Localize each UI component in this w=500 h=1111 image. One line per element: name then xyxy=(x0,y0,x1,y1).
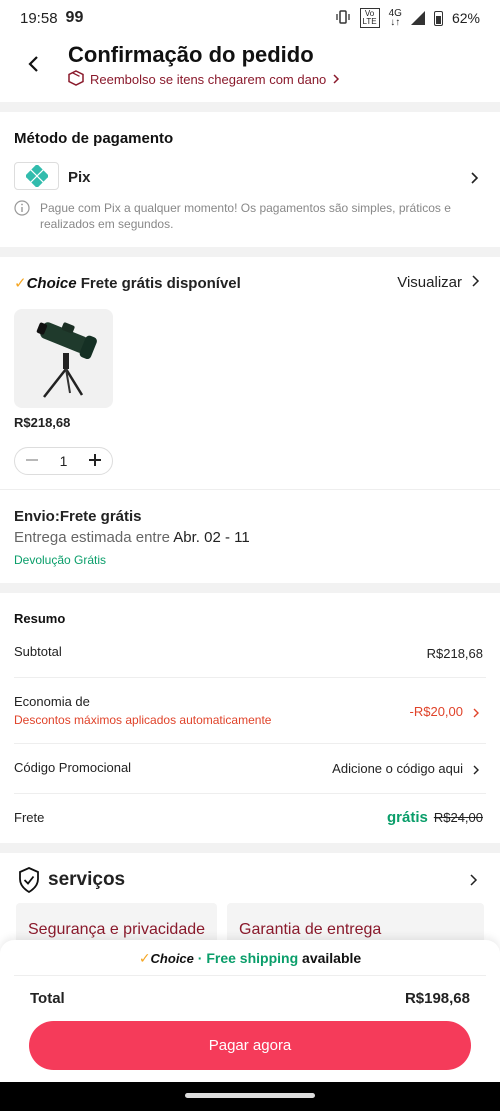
total-value: R$198,68 xyxy=(404,990,470,1007)
delivery-estimate-label: Entrega estimada entre xyxy=(14,529,170,546)
savings-row[interactable]: Economia de Descontos máximos aplicados … xyxy=(0,683,500,739)
available-text: available xyxy=(302,950,362,966)
signal-icon xyxy=(410,11,425,25)
savings-value: -R$20,00 xyxy=(409,704,463,719)
savings-note: Descontos máximos aplicados automaticame… xyxy=(14,713,272,727)
promo-code-row[interactable]: Código Promocional Adicione o código aqu… xyxy=(0,749,500,789)
savings-label: Economia de xyxy=(14,694,90,709)
quantity-stepper: 1 xyxy=(14,447,113,475)
section-gap xyxy=(0,583,500,593)
pix-info-text: Pague com Pix a qualquer momento! Os pag… xyxy=(40,201,451,231)
pix-logo-icon xyxy=(14,162,59,190)
divider xyxy=(14,743,486,744)
back-arrow-icon[interactable] xyxy=(22,52,46,76)
divider xyxy=(0,489,500,490)
chevron-right-icon xyxy=(332,72,340,87)
product-image[interactable] xyxy=(14,309,113,408)
pix-label: Pix xyxy=(68,169,91,186)
services-header[interactable]: serviços xyxy=(0,865,500,899)
chevron-right-icon xyxy=(472,705,480,723)
refund-guarantee-text: Reembolso se itens chegarem com dano xyxy=(90,72,327,87)
pay-now-button[interactable]: Pagar agora xyxy=(29,1021,471,1070)
summary-title: Resumo xyxy=(14,611,66,626)
choice-free-shipping-title: ✓Choice Frete grátis disponível xyxy=(14,274,241,292)
shield-check-icon xyxy=(18,867,40,898)
chevron-right-icon xyxy=(470,873,478,891)
divider xyxy=(14,793,486,794)
order-item-section: ✓Choice Frete grátis disponível Visualiz… xyxy=(0,257,500,583)
system-navigation-bar xyxy=(0,1082,500,1111)
promo-code-value: Adicione o código aqui xyxy=(332,761,463,776)
info-icon xyxy=(14,200,30,221)
services-section: serviços Segurança e privacidade Garanti… xyxy=(0,853,500,953)
refund-guarantee-link[interactable]: Reembolso se itens chegarem com dano xyxy=(68,70,340,89)
payment-method-section: Método de pagamento Pix Pague com Pix a … xyxy=(0,112,500,247)
divider xyxy=(14,975,486,976)
decrease-quantity-button[interactable] xyxy=(25,453,39,470)
quantity-value[interactable]: 1 xyxy=(60,453,68,469)
choice-logo: Choice xyxy=(26,275,77,292)
increase-quantity-button[interactable] xyxy=(88,453,102,470)
package-icon xyxy=(68,70,84,89)
summary-section: Resumo Subtotal R$218,68 Economia de Des… xyxy=(0,593,500,843)
chevron-right-icon xyxy=(472,274,480,291)
chevron-right-icon xyxy=(472,762,480,780)
page-title: Confirmação do pedido xyxy=(68,42,314,67)
promo-code-label: Código Promocional xyxy=(14,760,132,775)
spotting-scope-icon xyxy=(36,322,97,398)
section-gap xyxy=(0,843,500,853)
free-shipping-banner: ✓Choice · Free shipping available xyxy=(0,950,500,967)
app-notification-badge: 99 xyxy=(65,9,84,26)
payment-section-title: Método de pagamento xyxy=(14,130,174,147)
separator-dot: · xyxy=(197,950,203,966)
section-gap xyxy=(0,247,500,257)
shipping-original-price: R$24,00 xyxy=(433,810,483,825)
section-gap xyxy=(0,102,500,112)
checkmark-icon: ✓ xyxy=(14,275,27,292)
subtotal-value: R$218,68 xyxy=(426,646,483,661)
delivery-estimate-dates: Abr. 02 - 11 xyxy=(173,529,250,546)
status-bar: 19:58 99 Vo LTE 4G ↓↑ 62% xyxy=(0,0,500,36)
free-return-text: Devolução Grátis xyxy=(14,553,107,567)
shipping-cost-value: grátis R$24,00 xyxy=(387,809,483,826)
shipping-cost-label: Frete xyxy=(14,810,45,825)
shipping-free-text: grátis xyxy=(386,809,428,826)
free-shipping-available-text: Frete grátis disponível xyxy=(80,275,241,292)
choice-logo: Choice xyxy=(150,951,194,966)
volte-bottom-label: LTE xyxy=(362,17,377,26)
home-gesture-handle[interactable] xyxy=(185,1093,315,1098)
network-label: 4G xyxy=(388,8,402,19)
battery-icon xyxy=(433,10,443,26)
services-title: serviços xyxy=(48,869,126,890)
delivery-estimate: Entrega estimada entre Abr. 02 - 11 xyxy=(14,529,250,546)
pix-payment-option[interactable]: Pix xyxy=(0,156,500,196)
chevron-right-icon xyxy=(470,171,480,184)
view-link[interactable]: Visualizar xyxy=(397,274,480,291)
free-shipping-text: Free shipping xyxy=(206,950,299,966)
subtotal-label: Subtotal xyxy=(14,644,62,659)
vibrate-icon xyxy=(335,9,351,27)
checkmark-icon: ✓ xyxy=(138,950,151,966)
volte-icon: Vo LTE xyxy=(359,8,380,28)
checkout-bottom-bar: ✓Choice · Free shipping available Total … xyxy=(0,940,500,1082)
divider xyxy=(14,677,486,678)
product-price: R$218,68 xyxy=(14,415,71,430)
delivery-title: Envio:Frete grátis xyxy=(14,508,142,525)
clock: 19:58 xyxy=(20,9,58,27)
total-label: Total xyxy=(30,990,65,1007)
view-label: Visualizar xyxy=(397,274,462,291)
network-type: 4G ↓↑ xyxy=(388,8,402,28)
page-header: Confirmação do pedido Reembolso se itens… xyxy=(0,36,500,102)
battery-level: 62% xyxy=(451,10,480,26)
